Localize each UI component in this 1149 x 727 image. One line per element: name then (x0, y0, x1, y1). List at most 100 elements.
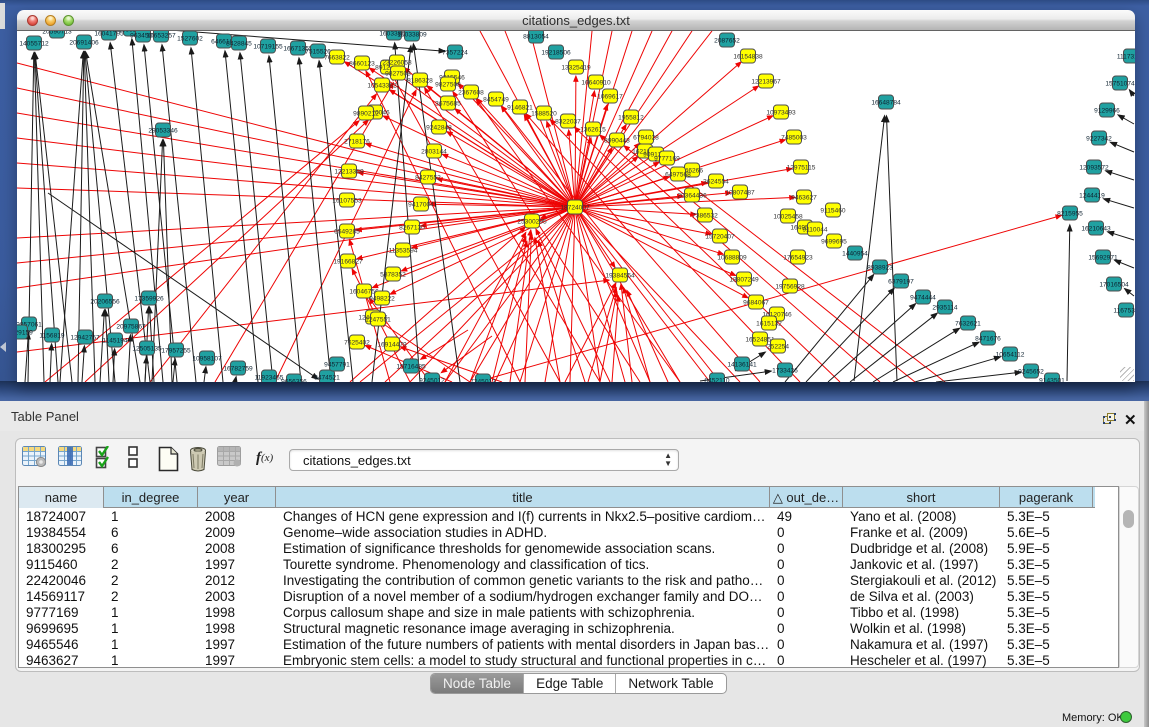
svg-text:1440954: 1440954 (842, 250, 868, 257)
svg-text:1069617: 1069617 (597, 93, 623, 100)
svg-text:8452110: 8452110 (704, 377, 730, 382)
svg-text:1145194: 1145194 (102, 337, 128, 344)
svg-text:8215955: 8215955 (1057, 210, 1083, 217)
svg-text:12213967: 12213967 (751, 78, 781, 85)
svg-text:9474444: 9474444 (910, 294, 936, 301)
svg-text:252254: 252254 (767, 343, 789, 350)
svg-text:7245013: 7245013 (470, 378, 496, 382)
svg-text:15716485: 15716485 (396, 363, 426, 370)
svg-text:8427552: 8427552 (415, 174, 441, 181)
svg-text:1167533: 1167533 (1113, 307, 1135, 314)
svg-text:18807249: 18807249 (729, 276, 759, 283)
svg-text:1247551: 1247551 (365, 316, 391, 323)
svg-text:2087652: 2087652 (714, 37, 740, 44)
svg-text:7485003: 7485003 (781, 134, 807, 141)
svg-text:16648784: 16648784 (871, 99, 901, 106)
svg-text:10654112: 10654112 (996, 351, 1025, 358)
svg-text:12975115: 12975115 (787, 164, 816, 171)
svg-text:20364436: 20364436 (677, 192, 707, 199)
svg-text:16782759: 16782759 (223, 365, 253, 372)
svg-text:16914479: 16914479 (377, 341, 407, 348)
svg-text:10025458: 10025458 (773, 213, 803, 220)
svg-text:9684067: 9684067 (743, 299, 769, 306)
svg-text:25300295: 25300295 (517, 218, 547, 225)
svg-text:16154838: 16154838 (733, 53, 763, 60)
svg-text:9777169: 9777169 (654, 155, 680, 162)
svg-text:9417004: 9417004 (408, 201, 434, 208)
svg-text:9227342: 9227342 (1086, 135, 1112, 142)
svg-text:2718176: 2718176 (344, 138, 370, 145)
svg-text:9890212: 9890212 (353, 110, 379, 117)
svg-text:9656356: 9656356 (281, 378, 307, 382)
svg-text:9242848: 9242848 (426, 124, 452, 131)
svg-text:7632621: 7632621 (955, 320, 981, 327)
svg-text:8813054: 8813054 (523, 33, 549, 40)
svg-text:9498222: 9498222 (369, 295, 395, 302)
svg-text:14055712: 14055712 (19, 40, 49, 47)
svg-text:29053346: 29053346 (148, 127, 178, 134)
svg-text:8454749: 8454749 (483, 96, 509, 103)
svg-text:10973493: 10973493 (766, 109, 796, 116)
svg-text:9115460: 9115460 (820, 207, 846, 214)
svg-text:7625402: 7625402 (344, 339, 370, 346)
svg-text:19384554: 19384554 (605, 272, 635, 279)
svg-text:9457791: 9457791 (324, 361, 350, 368)
svg-text:17654923: 17654923 (783, 254, 813, 261)
svg-text:6497568: 6497568 (665, 171, 691, 178)
svg-text:17016504: 17016504 (1099, 281, 1129, 288)
svg-text:11353594: 11353594 (389, 247, 418, 254)
svg-text:6379197: 6379197 (888, 278, 914, 285)
svg-text:13325419: 13325419 (561, 64, 591, 71)
svg-text:19756928: 19756928 (775, 283, 805, 290)
svg-text:16033809: 16033809 (397, 31, 427, 38)
svg-text:10543382: 10543382 (367, 82, 397, 89)
svg-text:9245012: 9245012 (419, 377, 445, 382)
svg-text:23226058: 23226058 (382, 59, 412, 66)
svg-text:1615132: 1615132 (756, 320, 782, 327)
svg-text:1733426: 1733426 (772, 367, 798, 374)
svg-text:1527602: 1527602 (177, 35, 203, 42)
svg-text:12942757: 12942757 (70, 334, 100, 341)
svg-text:1244419: 1244419 (1079, 192, 1105, 199)
svg-text:9827508: 9827508 (435, 81, 461, 88)
svg-text:8990448: 8990448 (604, 137, 630, 144)
svg-text:6794028: 6794028 (633, 134, 659, 141)
svg-text:20590713: 20590713 (42, 31, 72, 35)
svg-text:8322037: 8322037 (555, 118, 581, 125)
svg-text:10807487: 10807487 (725, 189, 755, 196)
svg-text:14136141: 14136141 (727, 361, 757, 368)
svg-text:7386532: 7386532 (692, 212, 718, 219)
svg-text:15720407: 15720407 (705, 233, 735, 240)
svg-text:9245652: 9245652 (1018, 368, 1044, 375)
svg-text:10653257: 10653257 (146, 32, 176, 39)
svg-text:8938923: 8938923 (867, 264, 893, 271)
svg-text:8267130: 8267130 (399, 224, 425, 231)
svg-text:20975867: 20975867 (116, 323, 146, 330)
svg-text:9699695: 9699695 (821, 238, 847, 245)
svg-text:16640910: 16640910 (581, 79, 611, 86)
svg-text:19218506: 19218506 (541, 49, 571, 56)
svg-text:8660123: 8660123 (349, 60, 375, 67)
svg-text:15692971: 15692971 (1088, 254, 1118, 261)
svg-text:(x): (x) (261, 452, 274, 464)
svg-text:16210643: 16210643 (1081, 225, 1111, 232)
svg-text:2803144: 2803144 (421, 148, 447, 155)
svg-text:3624554: 3624554 (703, 178, 729, 185)
svg-text:2935114: 2935114 (932, 304, 958, 311)
svg-text:7357224: 7357224 (442, 49, 468, 56)
svg-text:1588520: 1588520 (531, 110, 557, 117)
svg-text:11173105: 11173105 (1117, 53, 1135, 60)
svg-text:20206556: 20206556 (90, 298, 120, 305)
svg-text:6549285: 6549285 (334, 228, 360, 235)
svg-text:8474521: 8474521 (314, 374, 340, 381)
svg-text:7663822: 7663822 (324, 54, 350, 61)
svg-text:5878352: 5878352 (380, 271, 406, 278)
svg-text:10719155: 10719155 (253, 43, 283, 50)
svg-text:9143501: 9143501 (1039, 377, 1065, 382)
svg-text:1362615: 1362615 (580, 126, 606, 133)
svg-text:8471676: 8471676 (975, 335, 1001, 342)
svg-text:10958107: 10958107 (192, 355, 222, 362)
svg-text:1955812: 1955812 (618, 114, 644, 121)
svg-text:12213389: 12213389 (334, 168, 364, 175)
svg-text:17957255: 17957255 (161, 347, 191, 354)
